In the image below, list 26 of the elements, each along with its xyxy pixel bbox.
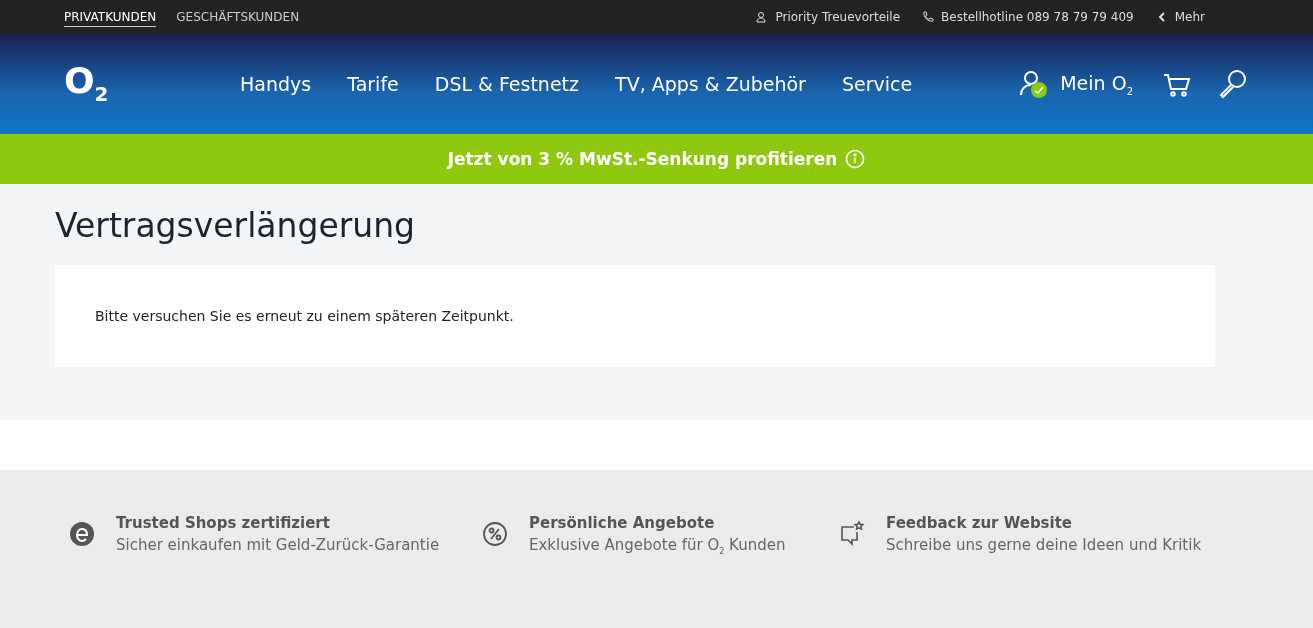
feature-title: Persönliche Angebote: [529, 514, 716, 532]
error-message: Bitte versuchen Sie es erneut zu einem späteren Zeitpunkt.: [95, 308, 514, 324]
feature-title: Feedback zur Website: [886, 514, 1074, 532]
search-icon[interactable]: [1217, 68, 1249, 100]
feedback-bubble-icon: [838, 520, 866, 548]
nav-link[interactable]: Handys: [240, 73, 312, 95]
feature-subtitle: Schreibe uns gerne deine Ideen und Kritik: [886, 536, 1202, 554]
trusted-shops-icon: [68, 520, 96, 548]
account-link[interactable]: Mein O$_{2}$: [1060, 71, 1133, 97]
top-link[interactable]: Mehr: [1174, 10, 1205, 24]
segment-tab[interactable]: PRIVATKUNDEN: [64, 7, 157, 27]
top-link[interactable]: Bestellhotline 089 78 79 79 409: [941, 10, 1134, 24]
o2-logo[interactable]: O$_{2}$: [64, 63, 240, 105]
feature-subtitle: Exklusive Angebote für O$_{2}$ Kunden: [529, 536, 786, 556]
nav-link[interactable]: Tarife: [347, 73, 399, 95]
feature-title: Trusted Shops zertifiziert: [116, 514, 331, 532]
percent-icon: [481, 520, 509, 548]
nav-link[interactable]: TV, Apps & Zubehör: [615, 73, 806, 95]
nav-link[interactable]: DSL & Festnetz: [434, 73, 580, 95]
top-link[interactable]: Priority Treuevorteile: [775, 10, 901, 24]
segment-tab[interactable]: GESCHÄFTSKUNDEN: [176, 7, 300, 27]
feature-subtitle: Sicher einkaufen mit Geld-Zurück-Garantie: [116, 536, 440, 554]
nav-link[interactable]: Service: [841, 73, 913, 95]
phone-icon: [922, 11, 935, 23]
page-title: Vertragsverlängerung: [55, 206, 417, 245]
person-icon: [756, 11, 769, 23]
